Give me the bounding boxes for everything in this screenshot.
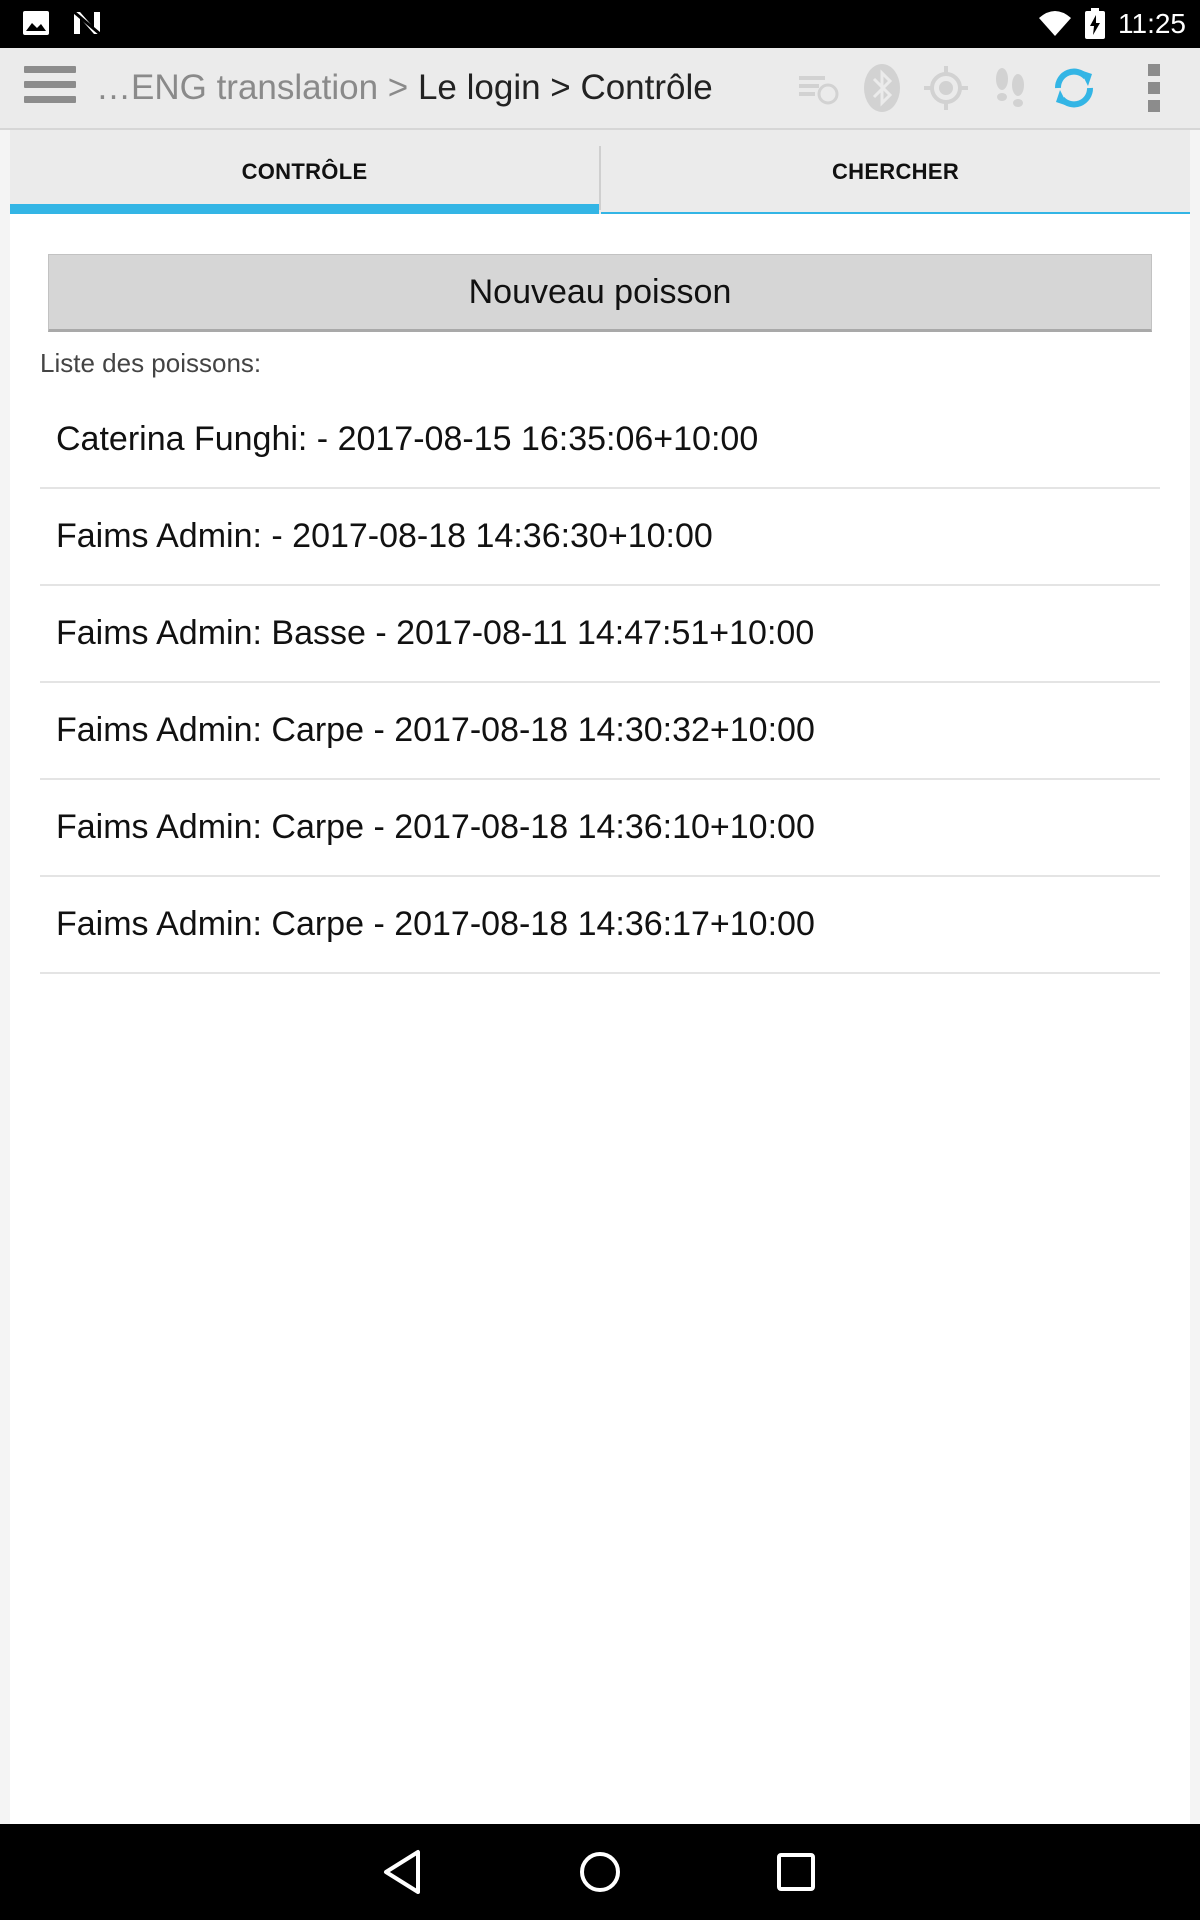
list-item[interactable]: Faims Admin: Carpe - 2017-08-18 14:30:32…	[40, 683, 1160, 780]
list-item[interactable]: Caterina Funghi: - 2017-08-15 16:35:06+1…	[40, 392, 1160, 489]
list-item[interactable]: Faims Admin: Carpe - 2017-08-18 14:36:10…	[40, 780, 1160, 877]
breadcrumb-current: Le login > Contrôle	[417, 68, 713, 107]
status-time: 11:25	[1118, 8, 1186, 39]
bluetooth-icon[interactable]	[856, 62, 908, 114]
tab-label: CHERCHER	[831, 159, 960, 184]
tab-label: CONTRÔLE	[241, 159, 368, 184]
tab-bar: CONTRÔLE CHERCHER	[10, 130, 1190, 214]
n-notification-icon	[73, 10, 101, 36]
new-fish-button[interactable]: Nouveau poisson	[48, 254, 1152, 332]
tab-controle[interactable]: CONTRÔLE	[10, 130, 599, 214]
list-item[interactable]: Faims Admin: - 2017-08-18 14:36:30+10:00	[40, 489, 1160, 586]
gps-icon[interactable]	[920, 62, 972, 114]
home-icon[interactable]	[574, 1846, 626, 1898]
breadcrumb: …ENG translation > Le login > Contrôle	[96, 68, 713, 108]
action-bar: …ENG translation > Le login > Contrôle	[0, 48, 1200, 130]
list-item[interactable]: Faims Admin: Basse - 2017-08-11 14:47:51…	[40, 586, 1160, 683]
footprints-icon[interactable]	[984, 62, 1036, 114]
sync-list-icon[interactable]	[792, 62, 844, 114]
status-bar: 11:25	[0, 0, 1200, 48]
overflow-menu-icon[interactable]	[1128, 62, 1180, 114]
back-icon[interactable]	[378, 1846, 430, 1898]
sync-icon[interactable]	[1048, 62, 1100, 114]
list-item[interactable]: Faims Admin: Carpe - 2017-08-18 14:36:17…	[40, 877, 1160, 974]
recents-icon[interactable]	[770, 1846, 822, 1898]
tab-chercher[interactable]: CHERCHER	[601, 130, 1190, 214]
content-panel: Nouveau poisson Liste des poissons: Cate…	[10, 214, 1190, 1824]
battery-charging-icon	[1085, 8, 1105, 39]
navigation-bar	[0, 1824, 1200, 1920]
wifi-icon	[1039, 11, 1071, 36]
image-notification-icon	[23, 11, 49, 35]
list-label: Liste des poissons:	[40, 348, 262, 378]
fish-list: Caterina Funghi: - 2017-08-15 16:35:06+1…	[40, 392, 1160, 974]
breadcrumb-parent[interactable]: …ENG translation >	[96, 68, 418, 107]
menu-icon[interactable]	[24, 66, 76, 110]
